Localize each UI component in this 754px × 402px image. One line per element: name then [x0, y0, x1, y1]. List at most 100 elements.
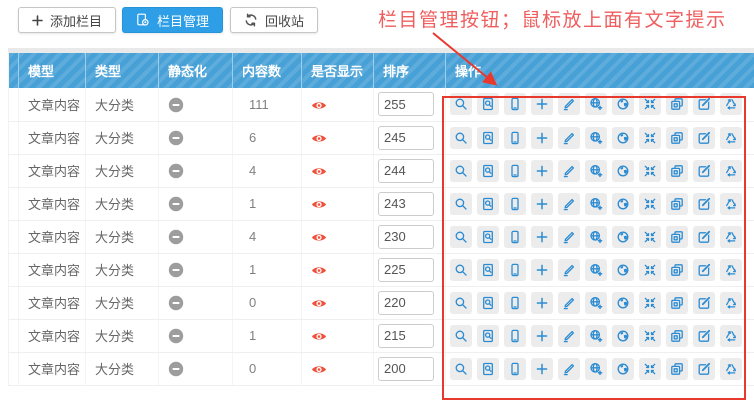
- plus-action-button[interactable]: [531, 226, 553, 248]
- globe-action-button[interactable]: [612, 325, 634, 347]
- minus-circle-icon[interactable]: [168, 163, 184, 179]
- pencil-action-button[interactable]: [558, 259, 580, 281]
- copy-action-button[interactable]: [666, 160, 688, 182]
- edit-square-action-button[interactable]: [693, 160, 715, 182]
- pencil-action-button[interactable]: [558, 292, 580, 314]
- plus-action-button[interactable]: [531, 193, 553, 215]
- eye-icon[interactable]: [311, 298, 327, 309]
- globe-add-action-button[interactable]: [585, 127, 607, 149]
- eye-icon[interactable]: [311, 265, 327, 276]
- mobile-action-button[interactable]: [504, 160, 526, 182]
- edit-square-action-button[interactable]: [693, 93, 715, 115]
- copy-action-button[interactable]: [666, 93, 688, 115]
- copy-action-button[interactable]: [666, 292, 688, 314]
- pencil-action-button[interactable]: [558, 160, 580, 182]
- file-search-action-button[interactable]: [477, 193, 499, 215]
- copy-action-button[interactable]: [666, 226, 688, 248]
- mobile-action-button[interactable]: [504, 193, 526, 215]
- minus-circle-icon[interactable]: [168, 361, 184, 377]
- sort-input[interactable]: [378, 159, 434, 183]
- mobile-action-button[interactable]: [504, 127, 526, 149]
- eye-icon[interactable]: [311, 100, 327, 111]
- minus-circle-icon[interactable]: [168, 262, 184, 278]
- edit-square-action-button[interactable]: [693, 259, 715, 281]
- globe-add-action-button[interactable]: [585, 292, 607, 314]
- compress-arrows-action-button[interactable]: [639, 160, 661, 182]
- edit-square-action-button[interactable]: [693, 358, 715, 380]
- globe-add-action-button[interactable]: [585, 325, 607, 347]
- recycle-bin-button[interactable]: 回收站: [230, 7, 318, 33]
- plus-action-button[interactable]: [531, 259, 553, 281]
- compress-arrows-action-button[interactable]: [639, 226, 661, 248]
- globe-add-action-button[interactable]: [585, 226, 607, 248]
- minus-circle-icon[interactable]: [168, 295, 184, 311]
- plus-action-button[interactable]: [531, 325, 553, 347]
- eye-icon[interactable]: [311, 199, 327, 210]
- file-search-action-button[interactable]: [477, 93, 499, 115]
- eye-icon[interactable]: [311, 133, 327, 144]
- sort-input[interactable]: [378, 126, 434, 150]
- sort-input[interactable]: [378, 92, 434, 116]
- minus-circle-icon[interactable]: [168, 130, 184, 146]
- file-search-action-button[interactable]: [477, 160, 499, 182]
- pencil-action-button[interactable]: [558, 93, 580, 115]
- compress-arrows-action-button[interactable]: [639, 325, 661, 347]
- sort-input[interactable]: [378, 291, 434, 315]
- compress-arrows-action-button[interactable]: [639, 259, 661, 281]
- plus-action-button[interactable]: [531, 160, 553, 182]
- search-action-button[interactable]: [450, 127, 472, 149]
- recycle-action-button[interactable]: [720, 160, 742, 182]
- globe-action-button[interactable]: [612, 259, 634, 281]
- edit-square-action-button[interactable]: [693, 292, 715, 314]
- globe-action-button[interactable]: [612, 292, 634, 314]
- add-column-button[interactable]: 添加栏目: [18, 7, 116, 33]
- search-action-button[interactable]: [450, 325, 472, 347]
- sort-input[interactable]: [378, 225, 434, 249]
- plus-action-button[interactable]: [531, 292, 553, 314]
- eye-icon[interactable]: [311, 364, 327, 375]
- mobile-action-button[interactable]: [504, 325, 526, 347]
- sort-input[interactable]: [378, 324, 434, 348]
- pencil-action-button[interactable]: [558, 226, 580, 248]
- copy-action-button[interactable]: [666, 358, 688, 380]
- column-manage-button[interactable]: 栏目管理: [122, 7, 223, 33]
- globe-action-button[interactable]: [612, 358, 634, 380]
- sort-input[interactable]: [378, 192, 434, 216]
- compress-arrows-action-button[interactable]: [639, 93, 661, 115]
- globe-add-action-button[interactable]: [585, 358, 607, 380]
- globe-add-action-button[interactable]: [585, 193, 607, 215]
- plus-action-button[interactable]: [531, 93, 553, 115]
- file-search-action-button[interactable]: [477, 226, 499, 248]
- file-search-action-button[interactable]: [477, 292, 499, 314]
- plus-action-button[interactable]: [531, 127, 553, 149]
- globe-action-button[interactable]: [612, 93, 634, 115]
- copy-action-button[interactable]: [666, 259, 688, 281]
- minus-circle-icon[interactable]: [168, 328, 184, 344]
- minus-circle-icon[interactable]: [168, 97, 184, 113]
- recycle-action-button[interactable]: [720, 193, 742, 215]
- minus-circle-icon[interactable]: [168, 229, 184, 245]
- mobile-action-button[interactable]: [504, 93, 526, 115]
- plus-action-button[interactable]: [531, 358, 553, 380]
- recycle-action-button[interactable]: [720, 259, 742, 281]
- search-action-button[interactable]: [450, 358, 472, 380]
- pencil-action-button[interactable]: [558, 325, 580, 347]
- recycle-action-button[interactable]: [720, 93, 742, 115]
- globe-action-button[interactable]: [612, 226, 634, 248]
- file-search-action-button[interactable]: [477, 325, 499, 347]
- globe-add-action-button[interactable]: [585, 160, 607, 182]
- minus-circle-icon[interactable]: [168, 196, 184, 212]
- file-search-action-button[interactable]: [477, 259, 499, 281]
- compress-arrows-action-button[interactable]: [639, 127, 661, 149]
- search-action-button[interactable]: [450, 259, 472, 281]
- search-action-button[interactable]: [450, 193, 472, 215]
- globe-add-action-button[interactable]: [585, 93, 607, 115]
- mobile-action-button[interactable]: [504, 259, 526, 281]
- mobile-action-button[interactable]: [504, 292, 526, 314]
- file-search-action-button[interactable]: [477, 358, 499, 380]
- recycle-action-button[interactable]: [720, 226, 742, 248]
- recycle-action-button[interactable]: [720, 358, 742, 380]
- edit-square-action-button[interactable]: [693, 193, 715, 215]
- edit-square-action-button[interactable]: [693, 325, 715, 347]
- compress-arrows-action-button[interactable]: [639, 193, 661, 215]
